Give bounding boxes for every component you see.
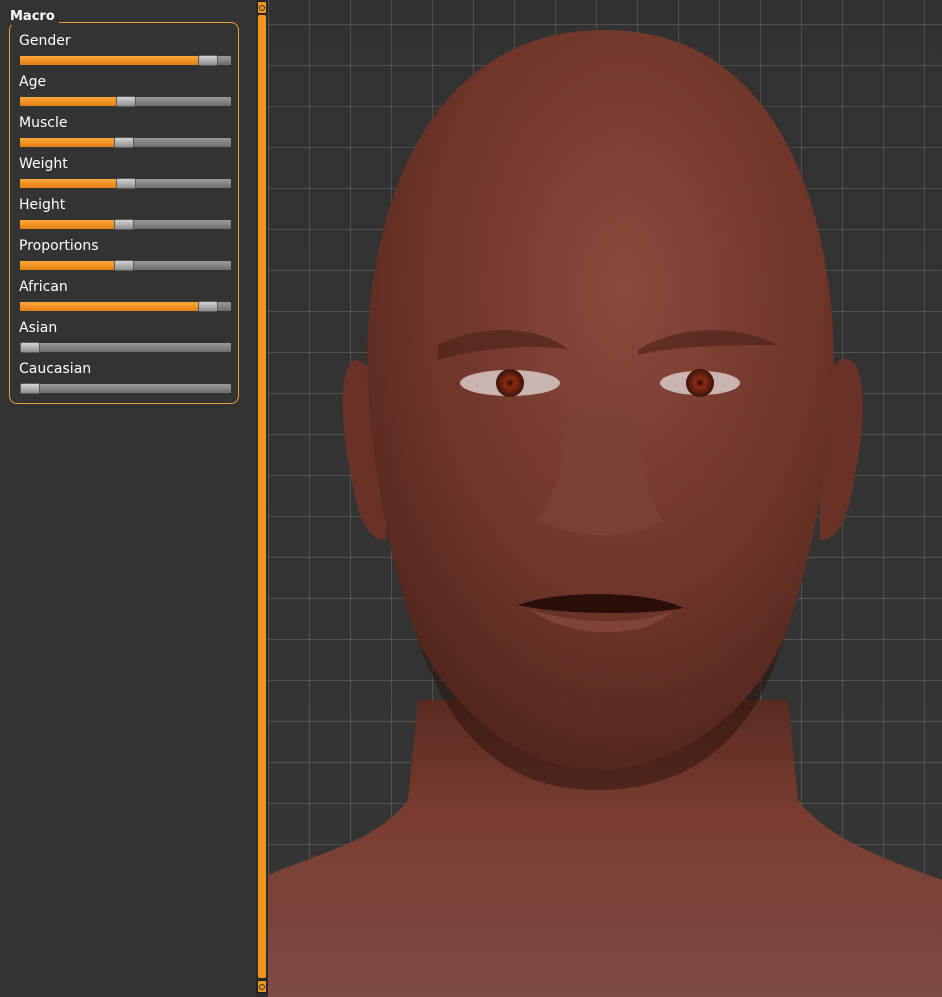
scrollbar-handle[interactable] [258,15,266,978]
slider-african[interactable] [20,301,231,312]
slider-thumb[interactable] [114,219,134,230]
slider-label-muscle: Muscle [19,115,68,131]
scroll-up-button[interactable] [257,1,267,14]
slider-label-gender: Gender [19,33,71,49]
left-eye-iris [496,369,524,397]
slider-label-african: African [19,279,68,295]
slider-thumb[interactable] [114,260,134,271]
slider-thumb[interactable] [116,178,136,189]
slider-thumb[interactable] [198,301,218,312]
slider-gender[interactable] [20,55,231,66]
slider-thumb[interactable] [116,96,136,107]
slider-label-height: Height [19,197,66,213]
slider-age[interactable] [20,96,231,107]
panel-scrollbar[interactable] [256,0,268,997]
scroll-down-button[interactable] [257,980,267,993]
right-eye-iris [686,369,714,397]
circle-icon [259,983,265,990]
modifier-panel: Macro Gender Age Muscle Weight Height Pr… [0,0,256,997]
slider-label-age: Age [19,74,47,90]
slider-label-asian: Asian [19,320,58,336]
slider-muscle[interactable] [20,137,231,148]
slider-label-proportions: Proportions [19,238,99,254]
slider-caucasian[interactable] [20,383,231,394]
slider-asian[interactable] [20,342,231,353]
slider-weight[interactable] [20,178,231,189]
circle-icon [259,4,265,11]
slider-label-weight: Weight [19,156,68,172]
app-window: Macro Gender Age Muscle Weight Height Pr… [0,0,942,997]
slider-proportions[interactable] [20,260,231,271]
group-title: Macro [6,9,59,25]
slider-height[interactable] [20,219,231,230]
head [367,30,834,770]
3d-viewport[interactable] [268,0,942,997]
slider-thumb[interactable] [20,383,40,394]
slider-thumb[interactable] [20,342,40,353]
human-head-model [268,30,942,997]
slider-thumb[interactable] [114,137,134,148]
slider-thumb[interactable] [198,55,218,66]
slider-label-caucasian: Caucasian [19,361,92,377]
